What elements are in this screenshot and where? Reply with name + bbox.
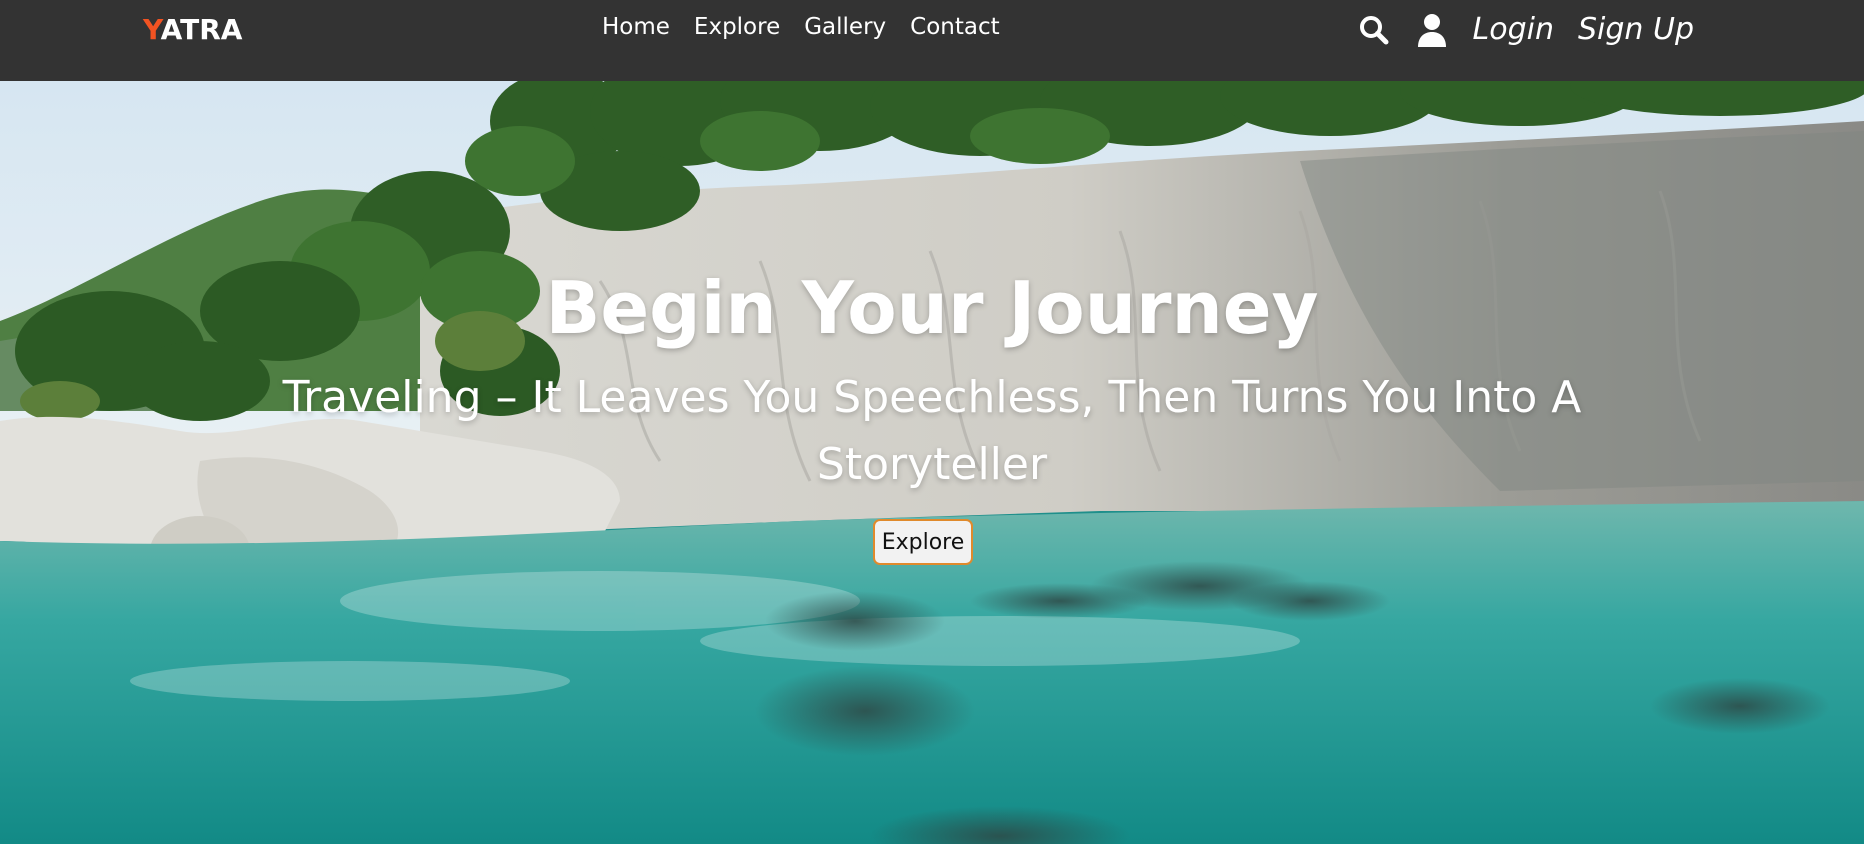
nav-link-explore[interactable]: Explore [694, 14, 780, 40]
signup-link[interactable]: Sign Up [1578, 12, 1694, 47]
explore-button[interactable]: Explore [873, 519, 973, 565]
brand-logo-accent-letter: Y [143, 13, 161, 46]
brand-logo[interactable]: YATRA [143, 13, 242, 46]
search-icon[interactable] [1357, 13, 1391, 47]
user-icon[interactable] [1415, 13, 1449, 47]
login-link[interactable]: Login [1473, 12, 1554, 47]
navbar: YATRA Home Explore Gallery Contact Login… [0, 0, 1864, 81]
nav-link-home[interactable]: Home [602, 14, 670, 40]
nav-link-gallery[interactable]: Gallery [804, 14, 886, 40]
nav-link-contact[interactable]: Contact [910, 14, 999, 40]
brand-logo-text: ATRA [160, 13, 243, 46]
hero-title: Begin Your Journey [545, 266, 1319, 350]
hero-section: Begin Your Journey Traveling – It Leaves… [0, 81, 1864, 844]
nav-actions: Login Sign Up [1357, 12, 1694, 47]
main-nav: Home Explore Gallery Contact [602, 14, 1000, 40]
hero-content: Begin Your Journey Traveling – It Leaves… [0, 81, 1864, 844]
hero-subtitle: Traveling – It Leaves You Speechless, Th… [282, 372, 1582, 490]
